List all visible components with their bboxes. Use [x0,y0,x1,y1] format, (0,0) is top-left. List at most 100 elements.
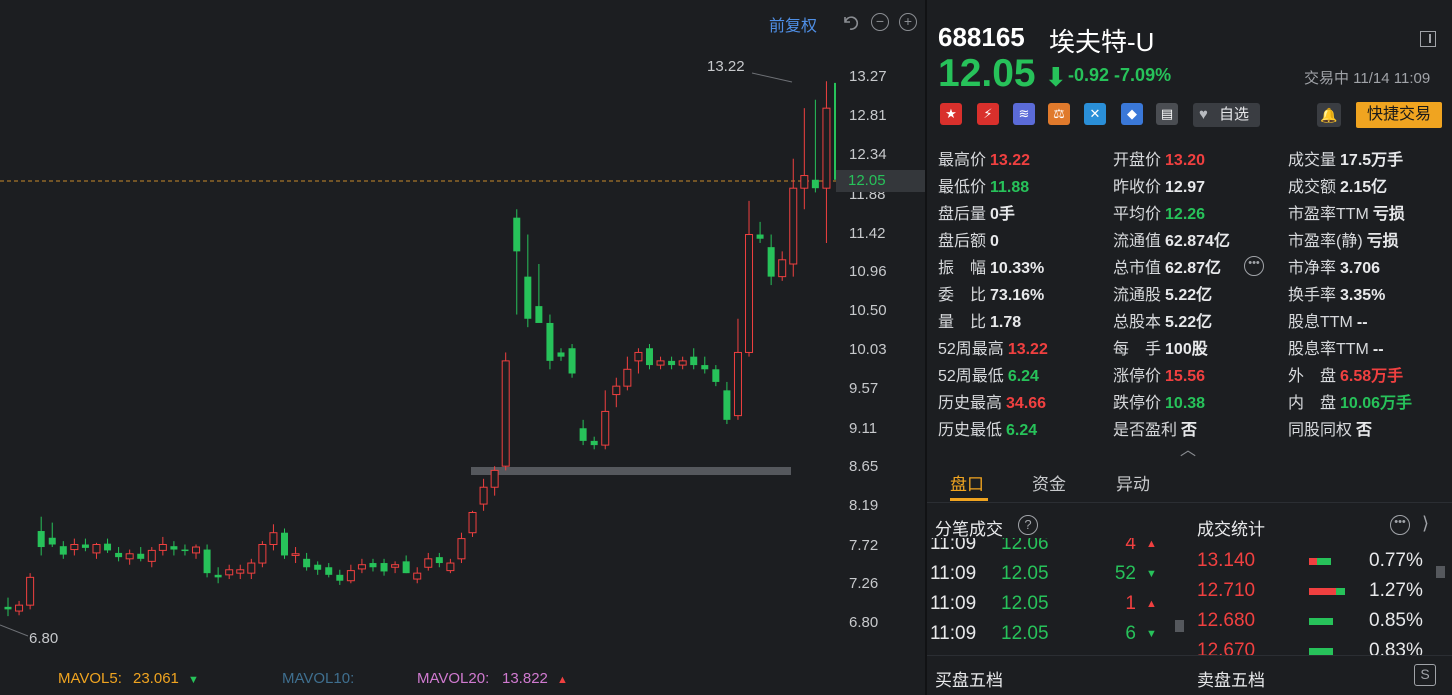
stat-label: 振 幅 [938,260,987,277]
stat-label: 52周最高 [938,341,1004,358]
candle-body [15,604,24,612]
expand-icon[interactable]: ⟩ [1422,513,1429,534]
mavol5-down-icon: ▼ [188,674,199,686]
candle-body [92,544,101,554]
tab-orderbook[interactable]: 盘口 [950,470,984,495]
candle-body [612,385,621,396]
price-range-marker [471,467,791,475]
margin-trading-icon[interactable]: ⚡ [977,103,999,125]
scale-icon[interactable]: ⚖ [1048,103,1070,125]
chevron-up-icon[interactable]: ︿ [1180,436,1196,460]
candle-body [402,561,410,574]
zoom-in-icon[interactable]: + [899,13,917,31]
candle-body [346,570,355,582]
stat-value: 10.38 [1165,395,1206,412]
stat-item: 股息率TTM -- [1288,335,1384,359]
mavol20-up-icon: ▲ [557,674,568,686]
candle-body [26,576,35,606]
stat-item: 内 盘 10.06万手 [1288,389,1412,413]
candle-body [723,390,731,420]
candle-body [413,572,422,580]
candle-body [745,234,754,353]
connect-icon[interactable]: ✕ [1084,103,1106,125]
stat-item: 历史最高 34.66 [938,389,1046,413]
volume-stats-list[interactable]: 13.140 0.77% 12.710 1.27% 12.680 0.85% 12.670 0… [927,538,1452,655]
stat-value: 13.20 [1165,152,1206,169]
sell-volume-bar [1336,588,1345,595]
candle-body [479,486,488,505]
more-icon[interactable]: ••• [1244,256,1264,276]
add-watchlist-button[interactable]: ♥ 自选 [1193,103,1260,127]
mavol10-label: MAVOL10: [282,670,355,687]
stat-value: 亏损 [1366,233,1399,250]
stat-item: 涨停价 15.56 [1113,362,1205,386]
china-flag-icon[interactable]: ★ [940,103,962,125]
panel-menu-icon[interactable] [1420,31,1436,47]
price-tag-icon[interactable]: ◆ [1121,103,1143,125]
candle-body [535,306,543,323]
stat-value: 62.874亿 [1165,233,1230,250]
help-icon[interactable]: ? [1018,515,1038,535]
stat-label: 每 手 [1113,341,1162,358]
candle-body [490,469,499,488]
stat-label: 盘后额 [938,233,987,250]
stat-value: -- [1356,314,1368,331]
candle-body [137,553,145,559]
volume-stat-pct: 0.83% [1369,640,1423,655]
stat-value: 17.5万手 [1340,152,1404,169]
candle-body [546,322,554,361]
candle-body [690,356,698,366]
candle-body [247,562,256,574]
kline-chart[interactable]: 前复权 − + 13.27 12.81 12.34 11.88 11.42 10… [0,0,925,695]
tab-movement[interactable]: 异动 [1116,470,1150,495]
candle-body [634,351,643,362]
stat-item: 市盈率TTM 亏损 [1288,200,1405,224]
coin-stack-icon[interactable]: ≋ [1013,103,1035,125]
candle-body [513,217,521,252]
more-icon[interactable]: ••• [1390,515,1410,535]
stat-value: 73.16% [990,287,1045,304]
document-icon[interactable]: ▤ [1156,103,1178,125]
stat-value: 12.26 [1165,206,1206,223]
stat-value: 13.22 [990,152,1031,169]
candle-body [59,546,67,555]
stock-name: 埃夫特-U [1049,27,1155,57]
stat-item: 昨收价 12.97 [1113,173,1205,197]
stat-value: 10.33% [990,260,1045,277]
zoom-out-icon[interactable]: − [871,13,889,31]
s-icon[interactable]: S [1414,664,1436,686]
stat-value: 3.706 [1340,260,1381,277]
candle-body [391,564,400,568]
high-leader-line [751,72,793,83]
volume-stats-scrollbar[interactable] [1436,566,1445,578]
quick-trade-button[interactable]: 快捷交易 [1356,102,1442,128]
candle-body [258,544,267,564]
stat-label: 流通股 [1113,287,1162,304]
undo-icon[interactable] [842,13,860,31]
y-axis-label: 11.42 [849,225,886,242]
candle-body [446,562,455,572]
trading-status: 交易中 11/14 11:09 [1304,70,1431,87]
mavol5-label: MAVOL5: [58,670,122,687]
ticks-scrollbar[interactable] [1175,620,1184,632]
stat-value: 6.58万手 [1340,368,1404,385]
stat-item: 成交额 2.15亿 [1288,173,1387,197]
sell-volume-bar [1309,618,1333,625]
candle-body [678,360,687,366]
stat-label: 委 比 [938,287,987,304]
stat-item: 流通值 62.874亿 [1113,227,1230,251]
candle-body [767,247,775,277]
stat-label: 市盈率(静) [1288,233,1363,250]
candle-body [170,546,178,550]
bell-icon[interactable]: 🔔 [1317,103,1341,127]
stat-item: 股息TTM -- [1288,308,1368,332]
panel-tabs: 盘口 资金 异动 [927,460,1452,503]
stat-label: 总市值 [1113,260,1162,277]
stat-value: 否 [1356,422,1373,439]
candle-body [48,537,56,545]
candle-body [811,179,819,189]
candle-body [424,558,433,568]
y-axis-label: 12.34 [849,146,887,163]
heart-icon: ♥ [1199,106,1208,123]
tab-capital[interactable]: 资金 [1032,470,1066,495]
